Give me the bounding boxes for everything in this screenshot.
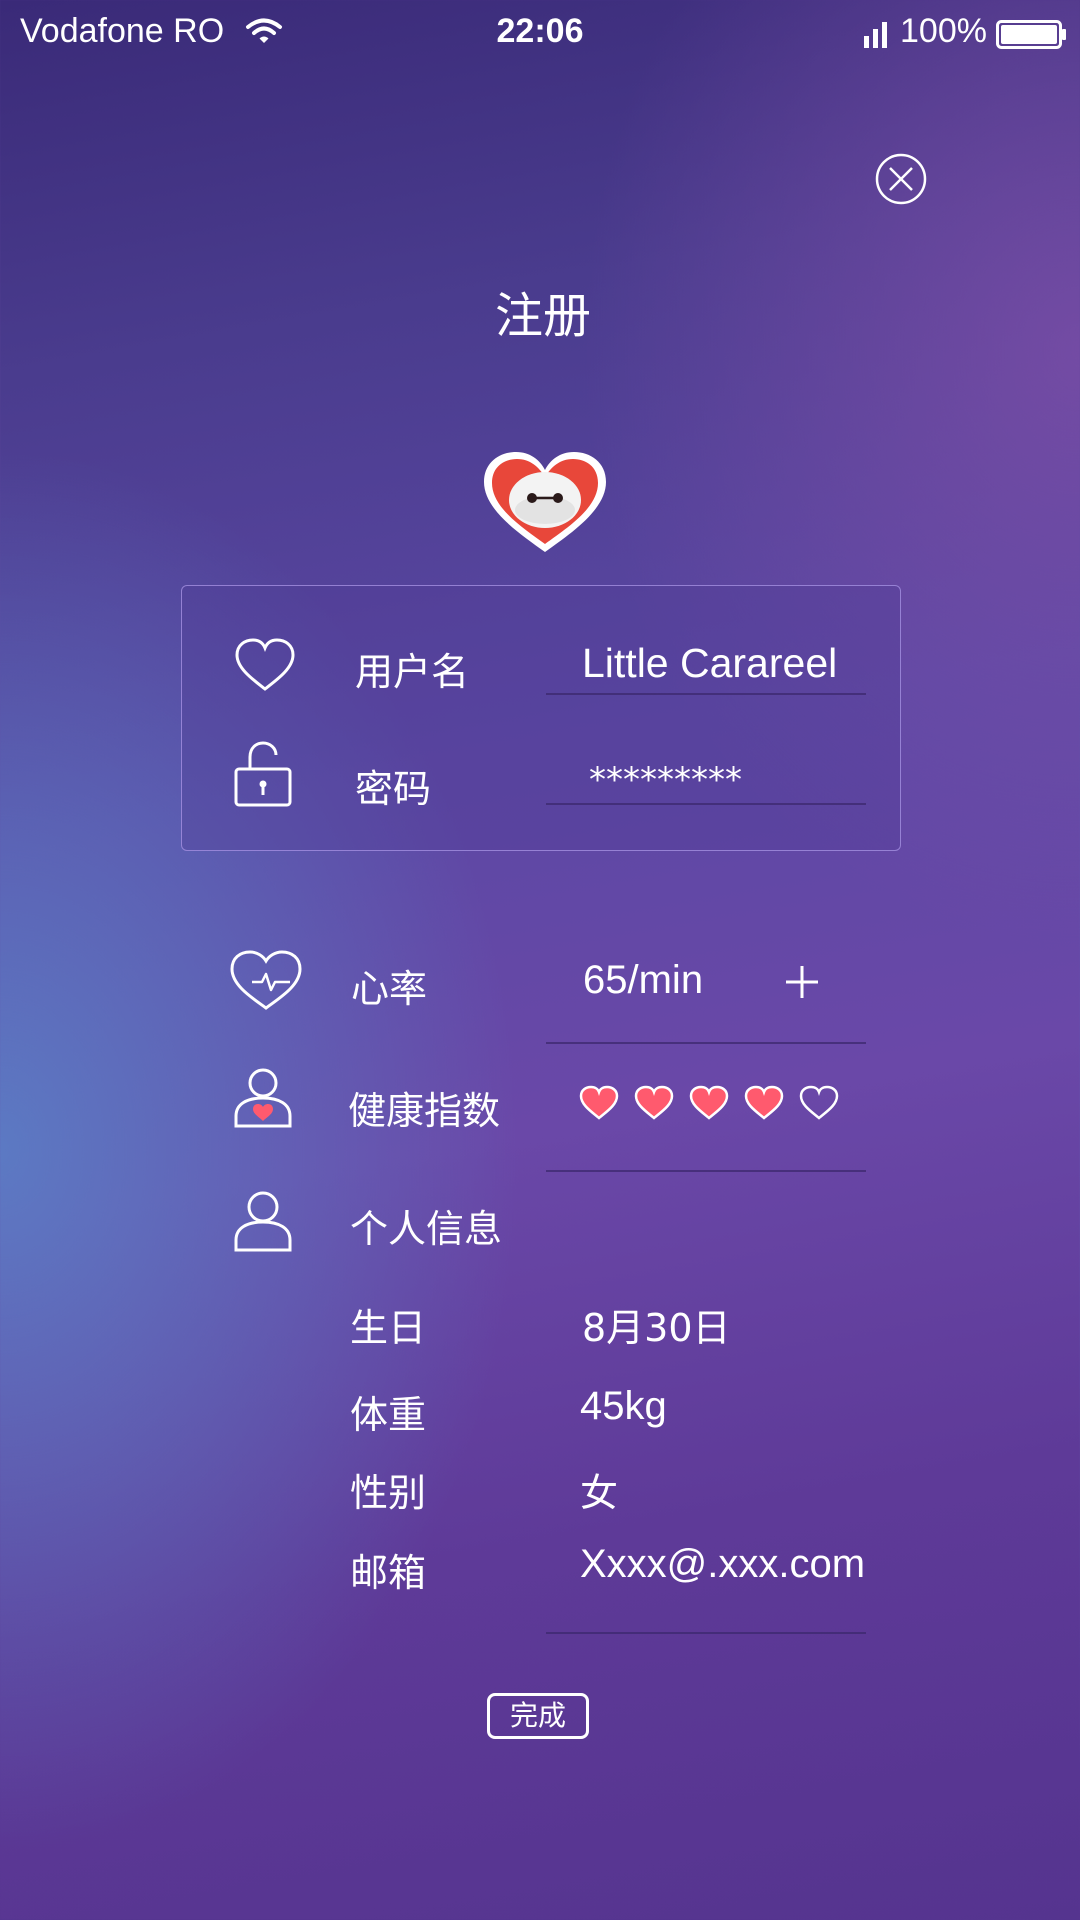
heart-rate-label: 心率 <box>351 967 428 1011</box>
close-icon[interactable] <box>874 152 928 206</box>
personal-info-label: 个人信息 <box>350 1207 503 1251</box>
password-underline <box>546 803 866 805</box>
email-label: 邮箱 <box>350 1551 427 1595</box>
heart-rate-underline <box>546 1042 866 1044</box>
password-label: 密码 <box>355 767 432 811</box>
heart-filled-icon[interactable] <box>633 1085 675 1121</box>
heart-rate-value: 65/min <box>583 958 704 1002</box>
add-heart-rate-button[interactable] <box>782 962 822 1002</box>
username-label: 用户名 <box>355 650 470 694</box>
heart-empty-icon[interactable] <box>798 1085 840 1121</box>
heart-filled-icon[interactable] <box>688 1085 730 1121</box>
person-heart-icon <box>234 1068 292 1128</box>
status-bar: Vodafone RO 22:06 100% <box>0 0 1080 72</box>
health-index-label: 健康指数 <box>348 1089 501 1133</box>
battery-icon <box>996 20 1066 49</box>
login-card <box>181 585 901 851</box>
weight-value[interactable]: 45kg <box>580 1384 667 1429</box>
weight-label: 体重 <box>350 1393 427 1437</box>
page-title: 注册 <box>494 288 591 344</box>
birthday-label: 生日 <box>350 1306 427 1350</box>
personal-info-underline <box>546 1632 866 1634</box>
person-icon <box>234 1191 292 1252</box>
password-input[interactable]: ********* <box>589 760 742 800</box>
signal-icon <box>864 22 887 48</box>
heart-filled-icon[interactable] <box>743 1085 785 1121</box>
done-button[interactable]: 完成 <box>487 1693 589 1739</box>
battery-percentage: 100% <box>900 12 987 50</box>
health-index-underline <box>546 1170 866 1172</box>
heart-outline-icon <box>235 638 295 691</box>
birthday-value[interactable]: 8月30日 <box>582 1297 731 1352</box>
gender-value[interactable]: 女 <box>580 1462 618 1517</box>
email-value[interactable]: Xxxx@.xxx.com <box>580 1542 865 1587</box>
gender-label: 性别 <box>350 1471 427 1515</box>
username-underline <box>546 693 866 695</box>
heartbeat-icon <box>230 950 302 1010</box>
heart-filled-icon[interactable] <box>578 1085 620 1121</box>
username-input[interactable]: Little Carareel <box>582 640 837 687</box>
unlock-icon <box>234 741 292 807</box>
baymax-avatar <box>484 452 606 552</box>
